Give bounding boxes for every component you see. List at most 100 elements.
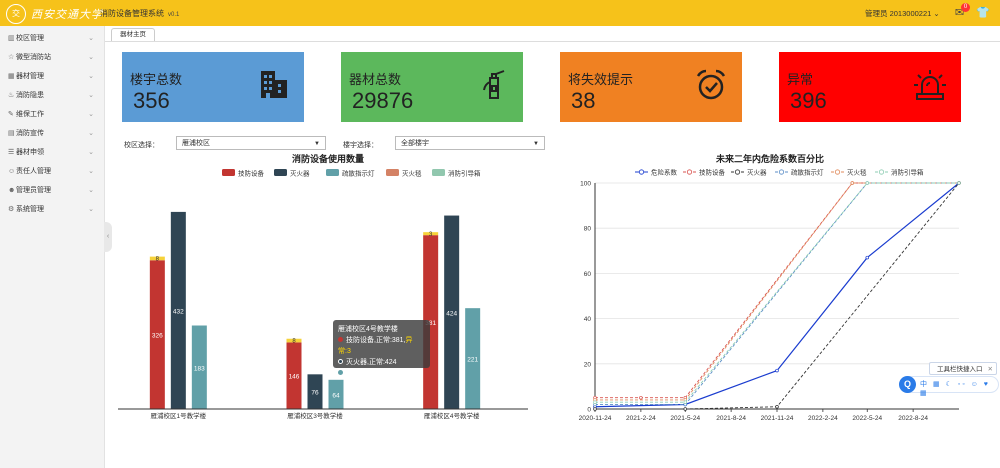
legend-label: 危险系数 (651, 168, 678, 177)
logo-text: 西安交通大学 (31, 8, 103, 21)
gear-icon: ⚙ (8, 206, 15, 213)
stat-card-buildings[interactable]: 楼宇总数 356 (122, 52, 304, 122)
sidebar-item[interactable]: ♨ 消防隐患 ⌄ (0, 86, 104, 105)
user-menu[interactable]: 管理员 2013000221 ⌄ (865, 8, 940, 19)
x-tick-label: 雁浦校区4号教学楼 (424, 411, 480, 420)
sidebar-item[interactable]: ☰ 器材申领 ⌄ (0, 143, 104, 162)
series-line (594, 182, 960, 408)
x-tick-label: 2022-8-24 (898, 415, 928, 422)
series-line (595, 182, 960, 410)
chevron-down-icon: ⌄ (88, 206, 94, 213)
ime-toolbar[interactable]: Q 中 ▦ ☾ ◦◦ ☺ ♥ ▦ (899, 376, 999, 397)
chevron-down-icon: ⌄ (88, 187, 94, 194)
sidebar-item[interactable]: ▥校区管理 ⌄ (0, 29, 104, 48)
series-dot (338, 370, 343, 375)
sidebar-item-label: 消防宣传 (16, 130, 44, 137)
legend-label: 消防引导箱 (891, 168, 924, 177)
y-tick-label: 80 (584, 226, 592, 233)
stat-card-abnormal[interactable]: 异常 396 (779, 52, 961, 122)
skin-icon[interactable]: 👕 (976, 6, 990, 19)
wrench-icon: ✎ (8, 111, 14, 118)
caret-down-icon: ▼ (533, 141, 539, 147)
ime-logo-icon[interactable]: Q (899, 376, 916, 393)
user-label: 管理员 2013000221 (865, 9, 932, 18)
legend-marker (878, 169, 885, 175)
legend-label: 消防引导箱 (448, 169, 481, 178)
stat-card-equipment[interactable]: 器材总数 29876 (341, 52, 523, 122)
card-label: 异常 (787, 72, 814, 87)
series-point (683, 400, 688, 404)
card-label: 将失效提示 (568, 72, 634, 87)
sidebar-item-label: 维保工作 (16, 111, 44, 118)
close-icon[interactable]: ✕ (988, 363, 993, 376)
sidebar-item-label: 器材申领 (16, 149, 44, 156)
legend-marker (778, 169, 785, 175)
tooltip-title: 雁浦校区4号教学楼 (338, 326, 398, 333)
bar-value-label: 64 (332, 392, 340, 399)
sidebar-item[interactable]: ✎ 维保工作 ⌄ (0, 105, 104, 124)
sidebar-item[interactable]: ⚙ 系统管理 ⌄ (0, 200, 104, 219)
series-point (775, 368, 779, 373)
chevron-down-icon: ⌄ (88, 92, 94, 99)
caret-down-icon: ▼ (314, 141, 320, 147)
legend-swatch (432, 169, 445, 176)
tooltip-line-3: 疏散指示灯,正常:221 (338, 368, 425, 379)
y-tick-label: 100 (580, 181, 591, 188)
series-point (850, 181, 855, 185)
bar-value-label: 432 (173, 308, 184, 315)
toolbar-shortcut[interactable]: 工具栏快捷入口 ✕ (929, 362, 997, 375)
sidebar-collapse-handle[interactable]: ‹ (104, 222, 112, 252)
card-value: 396 (790, 88, 827, 113)
legend-swatch (326, 169, 339, 176)
app-title-text: 消防设备管理系统 (100, 9, 164, 18)
toolbar-shortcut-label: 工具栏快捷入口 (937, 366, 983, 373)
sidebar-item[interactable]: ▤消防宣传 ⌄ (0, 124, 104, 143)
university-logo: 交 西安交通大学 (6, 4, 103, 24)
app-title: 消防设备管理系统 v0.1 (100, 8, 179, 19)
stat-card-expiring[interactable]: 将失效提示 38 (560, 52, 742, 122)
sidebar-item[interactable]: ☆ 微型消防站 ⌄ (0, 48, 104, 67)
chevron-down-icon: ⌄ (88, 130, 94, 137)
sidebar-item-label: 管理员管理 (16, 187, 51, 194)
bar-value-label: 221 (467, 357, 478, 364)
chart-tooltip: 雁浦校区4号教学楼 技防设备,正常:381,异常:3 灭火器,正常:424 疏散… (333, 320, 430, 377)
legend-swatch (222, 169, 235, 176)
x-tick-label: 雁浦校区3号教学楼 (287, 411, 343, 420)
building-select[interactable]: 全部楼宇 ▼ (395, 136, 545, 150)
sidebar-item[interactable]: ☺责任人管理 ⌄ (0, 162, 104, 181)
legend-label: 疏散指示灯 (791, 168, 824, 177)
x-tick-label: 2020-11-24 (579, 415, 612, 422)
campus-select[interactable]: 雁浦校区 ▼ (176, 136, 326, 150)
tooltip-line-1-text: 技防设备,正常:381, (346, 337, 406, 344)
tooltip-line-2-text: 灭火器,正常:424 (346, 359, 397, 366)
bar-value-label: 326 (152, 333, 163, 340)
sidebar-item[interactable]: ☻管理员管理 ⌄ (0, 181, 104, 200)
notification-badge: 0 (961, 3, 970, 12)
legend-swatch (386, 169, 399, 176)
ime-tool-icons[interactable]: 中 ▦ ☾ ◦◦ ☺ ♥ ▦ (920, 379, 998, 397)
fire-extinguisher-icon (483, 70, 505, 99)
chart-title: 未来二年内危险系数百分比 (715, 153, 824, 164)
y-tick-label: 20 (584, 361, 592, 368)
sidebar: ▥校区管理 ⌄ ☆ 微型消防站 ⌄ ▦器材管理 ⌄ ♨ 消防隐患 ⌄ ✎ 维保工作 ⌄ ▤消防宣传 ⌄ ☰ 器材… (0, 26, 105, 468)
alarm-clock-icon (696, 69, 726, 100)
list-icon: ☰ (8, 149, 15, 156)
series-point (593, 407, 597, 411)
y-tick-label: 0 (587, 407, 591, 414)
tab-equipment-home[interactable]: 器材主页 (111, 28, 155, 41)
card-value: 29876 (352, 88, 414, 113)
chevron-down-icon: ⌄ (88, 73, 94, 80)
tooltip-line-2: 灭火器,正常:424 (338, 357, 425, 368)
bar-value-label: 76 (311, 390, 319, 397)
chevron-down-icon: ⌄ (88, 111, 94, 118)
legend-marker (686, 169, 693, 175)
legend-marker (734, 169, 741, 175)
sidebar-item-label: 校区管理 (16, 35, 44, 42)
x-tick-label: 2021-2-24 (626, 415, 656, 422)
y-tick-label: 40 (584, 316, 592, 323)
sidebar-item[interactable]: ▦器材管理 ⌄ (0, 67, 104, 86)
series-line (595, 182, 959, 401)
legend-label: 灭火器 (747, 169, 767, 177)
fire-icon: ♨ (8, 92, 15, 99)
series-point (683, 407, 688, 411)
